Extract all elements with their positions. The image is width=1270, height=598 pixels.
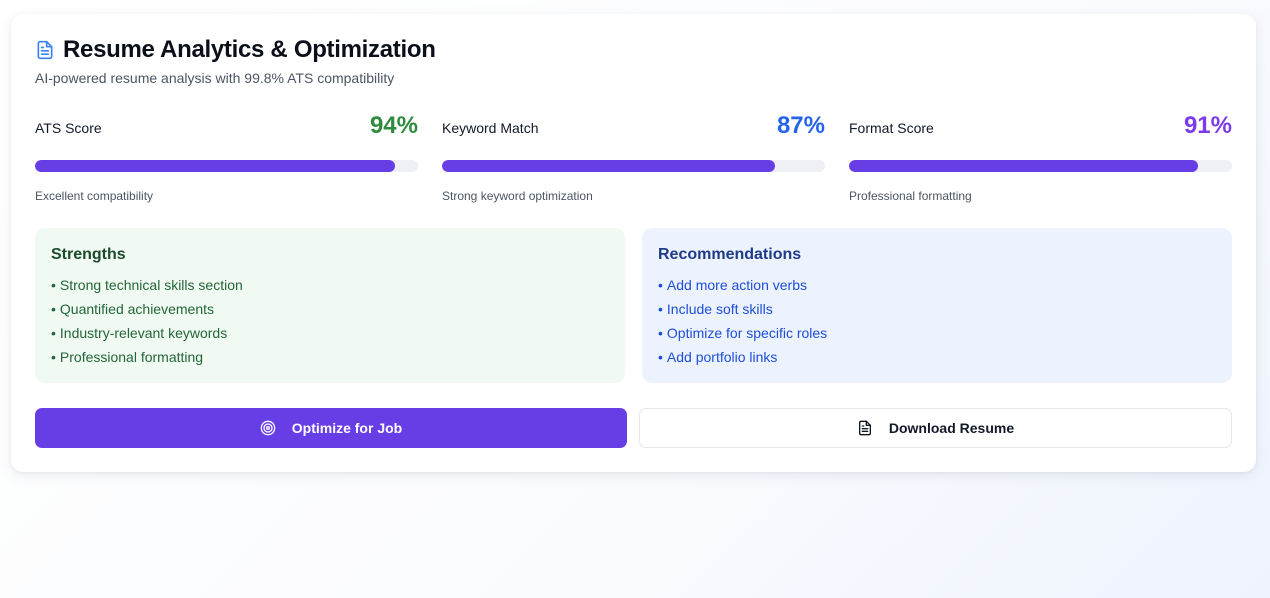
recommendations-title: Recommendations — [658, 246, 802, 263]
metric-label: Keyword Match — [442, 120, 539, 136]
progress-bar — [35, 160, 418, 172]
page-title: Resume Analytics & Optimization — [63, 36, 436, 63]
strengths-title: Strengths — [51, 246, 126, 263]
card-header: Resume Analytics & Optimization AI-power… — [35, 36, 436, 86]
list-item-text: Optimize for specific roles — [666, 325, 828, 341]
recommendations-panel: Recommendations • Add more action verbs •… — [642, 228, 1232, 383]
download-button-label: Download Resume — [888, 420, 1015, 436]
list-item: • Quantified achievements — [51, 301, 214, 317]
progress-fill — [849, 160, 1198, 172]
list-item-text: Quantified achievements — [59, 301, 214, 317]
strengths-panel: Strengths • Strong technical skills secti… — [35, 228, 625, 383]
target-icon — [260, 420, 276, 436]
metric-caption: Strong keyword optimization — [442, 189, 593, 203]
progress-fill — [442, 160, 776, 172]
strengths-list: • Strong technical skills section • Quanti… — [51, 273, 609, 369]
download-resume-button[interactable]: Download Resume — [639, 408, 1232, 448]
list-item: • Optimize for specific roles — [658, 325, 828, 341]
list-item: • Industry-relevant keywords — [51, 325, 228, 341]
metric-label: Format Score — [849, 120, 934, 136]
metric-header: Keyword Match 87% — [442, 112, 825, 142]
list-item-text: Strong technical skills section — [59, 277, 243, 293]
list-item-text: Professional formatting — [59, 349, 204, 365]
metric-keyword-match: Keyword Match 87% Strong keyword optimiz… — [442, 112, 825, 214]
document-icon — [35, 40, 55, 60]
metric-caption: Excellent compatibility — [35, 189, 154, 203]
metric-value: 87% — [776, 112, 825, 139]
metric-value: 91% — [1183, 112, 1232, 139]
metric-label: ATS Score — [35, 120, 102, 136]
list-item: • Add more action verbs — [658, 277, 807, 293]
list-item-text: Include soft skills — [666, 301, 773, 317]
list-item-text: Add portfolio links — [666, 349, 778, 365]
list-item-text: Industry-relevant keywords — [59, 325, 228, 341]
metric-value: 94% — [369, 112, 418, 139]
metrics-row: ATS Score 94% Excellent compatibility Ke… — [35, 112, 1232, 214]
title-row: Resume Analytics & Optimization — [35, 36, 436, 64]
resume-analytics-card: Resume Analytics & Optimization AI-power… — [11, 14, 1256, 472]
metric-header: Format Score 91% — [849, 112, 1232, 142]
metric-caption: Professional formatting — [849, 189, 972, 203]
recommendations-list: • Add more action verbs • Include soft ski… — [658, 273, 1216, 369]
progress-fill — [35, 160, 396, 172]
list-item: • Include soft skills — [658, 301, 773, 317]
progress-bar — [442, 160, 825, 172]
metric-ats-score: ATS Score 94% Excellent compatibility — [35, 112, 418, 214]
list-item-text: Add more action verbs — [666, 277, 807, 293]
metric-header: ATS Score 94% — [35, 112, 418, 142]
list-item: • Professional formatting — [51, 349, 204, 365]
metric-format-score: Format Score 91% Professional formatting — [849, 112, 1232, 214]
optimize-button-label: Optimize for Job — [291, 420, 403, 436]
progress-bar — [849, 160, 1232, 172]
list-item: • Add portfolio links — [658, 349, 778, 365]
page-subtitle: AI-powered resume analysis with 99.8% AT… — [35, 70, 395, 86]
list-item: • Strong technical skills section — [51, 277, 243, 293]
document-icon — [857, 420, 873, 436]
optimize-for-job-button[interactable]: Optimize for Job — [35, 408, 627, 448]
